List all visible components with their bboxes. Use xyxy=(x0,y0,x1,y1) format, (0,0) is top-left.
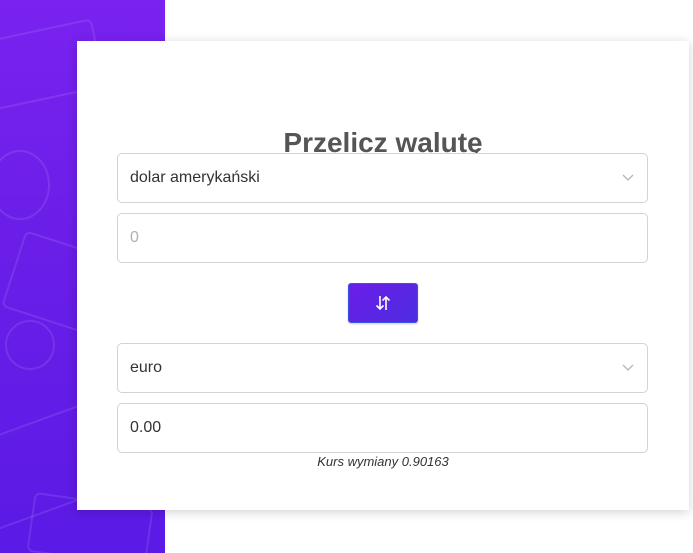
from-currency-value: dolar amerykański xyxy=(130,169,260,186)
swap-currencies-button[interactable] xyxy=(348,283,418,323)
converter-card: Przelicz walutę dolar amerykański 0 euro… xyxy=(77,41,689,510)
from-currency-select[interactable]: dolar amerykański xyxy=(117,153,648,203)
from-amount-placeholder: 0 xyxy=(130,229,139,246)
to-currency-value: euro xyxy=(130,359,163,376)
to-currency-select[interactable]: euro xyxy=(117,343,648,393)
to-amount-field[interactable]: 0.00 xyxy=(117,403,648,453)
from-amount-input[interactable]: 0 xyxy=(117,213,648,263)
chevron-down-icon xyxy=(622,364,634,371)
to-amount-value: 0.00 xyxy=(130,419,162,436)
exchange-rate-text: Kurs wymiany 0.90163 xyxy=(317,454,449,469)
chevron-down-icon xyxy=(622,174,634,181)
swap-vertical-arrows-icon xyxy=(375,295,391,311)
